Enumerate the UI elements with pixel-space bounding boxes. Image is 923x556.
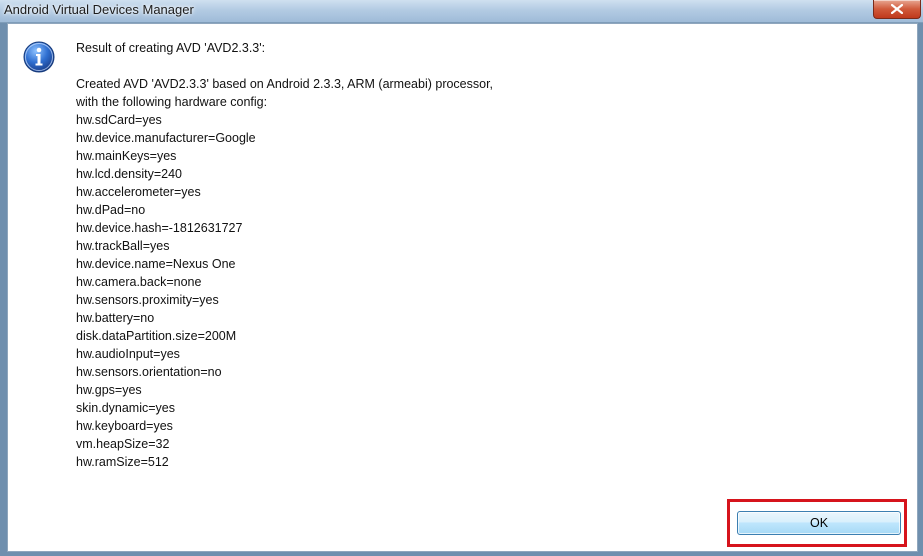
config-line: hw.battery=no — [76, 311, 155, 325]
config-line: hw.gps=yes — [76, 383, 142, 397]
ok-button-highlight: OK — [727, 499, 907, 547]
info-icon — [23, 41, 55, 73]
config-line: hw.device.name=Nexus One — [76, 257, 236, 271]
dialog-body: Result of creating AVD 'AVD2.3.3': Creat… — [7, 23, 918, 552]
config-line: hw.lcd.density=240 — [76, 167, 182, 181]
intro-line: with the following hardware config: — [76, 95, 268, 109]
config-line: hw.device.manufacturer=Google — [76, 131, 256, 145]
config-line: hw.accelerometer=yes — [76, 185, 201, 199]
config-line: hw.sdCard=yes — [76, 113, 162, 127]
config-line: hw.mainKeys=yes — [76, 149, 177, 163]
config-line: hw.sensors.proximity=yes — [76, 293, 219, 307]
config-line: hw.trackBall=yes — [76, 239, 170, 253]
config-line: vm.heapSize=32 — [76, 437, 170, 451]
config-line: hw.ramSize=512 — [76, 455, 169, 469]
ok-button[interactable]: OK — [737, 511, 901, 535]
config-line: disk.dataPartition.size=200M — [76, 329, 237, 343]
close-icon — [891, 4, 903, 14]
config-line: hw.camera.back=none — [76, 275, 202, 289]
intro-line: Created AVD 'AVD2.3.3' based on Android … — [76, 77, 494, 91]
config-line: hw.sensors.orientation=no — [76, 365, 222, 379]
config-line: hw.audioInput=yes — [76, 347, 180, 361]
close-button[interactable] — [873, 0, 921, 19]
window-title: Android Virtual Devices Manager — [4, 2, 194, 17]
message-text: Result of creating AVD 'AVD2.3.3': Creat… — [76, 39, 493, 471]
title-bar[interactable]: Android Virtual Devices Manager — [0, 0, 923, 23]
config-line: hw.device.hash=-1812631727 — [76, 221, 243, 235]
result-heading: Result of creating AVD 'AVD2.3.3': — [76, 41, 266, 55]
config-line: skin.dynamic=yes — [76, 401, 175, 415]
config-line: hw.keyboard=yes — [76, 419, 173, 433]
config-line: hw.dPad=no — [76, 203, 146, 217]
